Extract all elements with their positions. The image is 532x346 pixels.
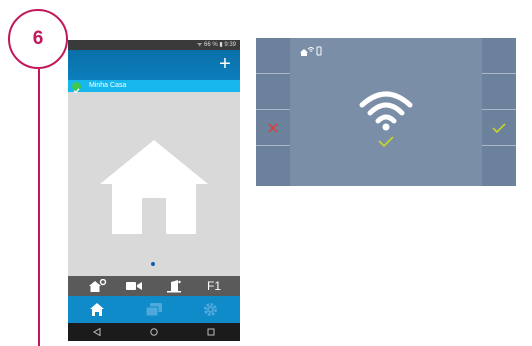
- door-icon: [167, 280, 181, 293]
- nav-recents-button[interactable]: [182, 323, 239, 341]
- home-list-item[interactable]: Minha Casa: [68, 80, 240, 94]
- close-icon: [268, 122, 278, 133]
- nav-back-button[interactable]: [68, 323, 125, 341]
- connected-check-icon: [378, 136, 394, 147]
- step-number: 6: [32, 28, 44, 49]
- accept-button[interactable]: [482, 110, 516, 146]
- back-icon: [92, 328, 100, 336]
- monitor-status-icons: [300, 44, 324, 62]
- tab-messages[interactable]: [125, 296, 182, 323]
- nav-home-button[interactable]: [125, 323, 182, 341]
- wifi-icon: [359, 91, 413, 131]
- f1-button[interactable]: F1: [194, 276, 234, 296]
- status-bar: ᯤ 66 % ▮ 9:39: [68, 40, 240, 50]
- app-header: +: [68, 50, 240, 80]
- f1-label: F1: [206, 279, 221, 293]
- door-open-button[interactable]: [154, 276, 194, 296]
- left-button-2[interactable]: [256, 74, 290, 110]
- camera-button[interactable]: [114, 276, 154, 296]
- tab-bar: [68, 296, 240, 323]
- gear-icon: [204, 303, 217, 316]
- action-bar: F1: [68, 276, 240, 296]
- right-button-column: [482, 38, 516, 186]
- house-icon: [100, 140, 208, 234]
- right-button-1[interactable]: [482, 38, 516, 74]
- home-lights-button[interactable]: [78, 276, 118, 296]
- messages-icon: [145, 302, 162, 316]
- home-name-label: Minha Casa: [89, 82, 127, 89]
- android-nav-bar: [68, 323, 240, 341]
- left-button-4[interactable]: [256, 146, 290, 182]
- monitor-screen: [256, 38, 516, 186]
- step-indicator: 6: [8, 9, 68, 69]
- tab-settings[interactable]: [182, 296, 239, 323]
- phone-screen: ᯤ 66 % ▮ 9:39 + Minha Casa F1: [68, 40, 240, 341]
- left-button-column: [256, 38, 290, 186]
- tab-home[interactable]: [68, 296, 125, 323]
- check-icon: [492, 122, 506, 133]
- home-icon: [89, 303, 104, 316]
- recents-icon: [207, 328, 214, 336]
- reject-button[interactable]: [256, 110, 290, 146]
- home-lights-icon: [89, 279, 107, 292]
- right-button-4[interactable]: [482, 146, 516, 182]
- page-indicator-dot: [151, 262, 155, 266]
- add-button[interactable]: +: [214, 53, 236, 75]
- home-wifi-phone-icon: [300, 46, 322, 56]
- step-connector-line: [38, 69, 40, 346]
- home-circle-icon: [149, 328, 158, 336]
- check-icon: [72, 82, 81, 94]
- right-button-2[interactable]: [482, 74, 516, 110]
- camera-icon: [126, 282, 142, 290]
- left-button-1[interactable]: [256, 38, 290, 74]
